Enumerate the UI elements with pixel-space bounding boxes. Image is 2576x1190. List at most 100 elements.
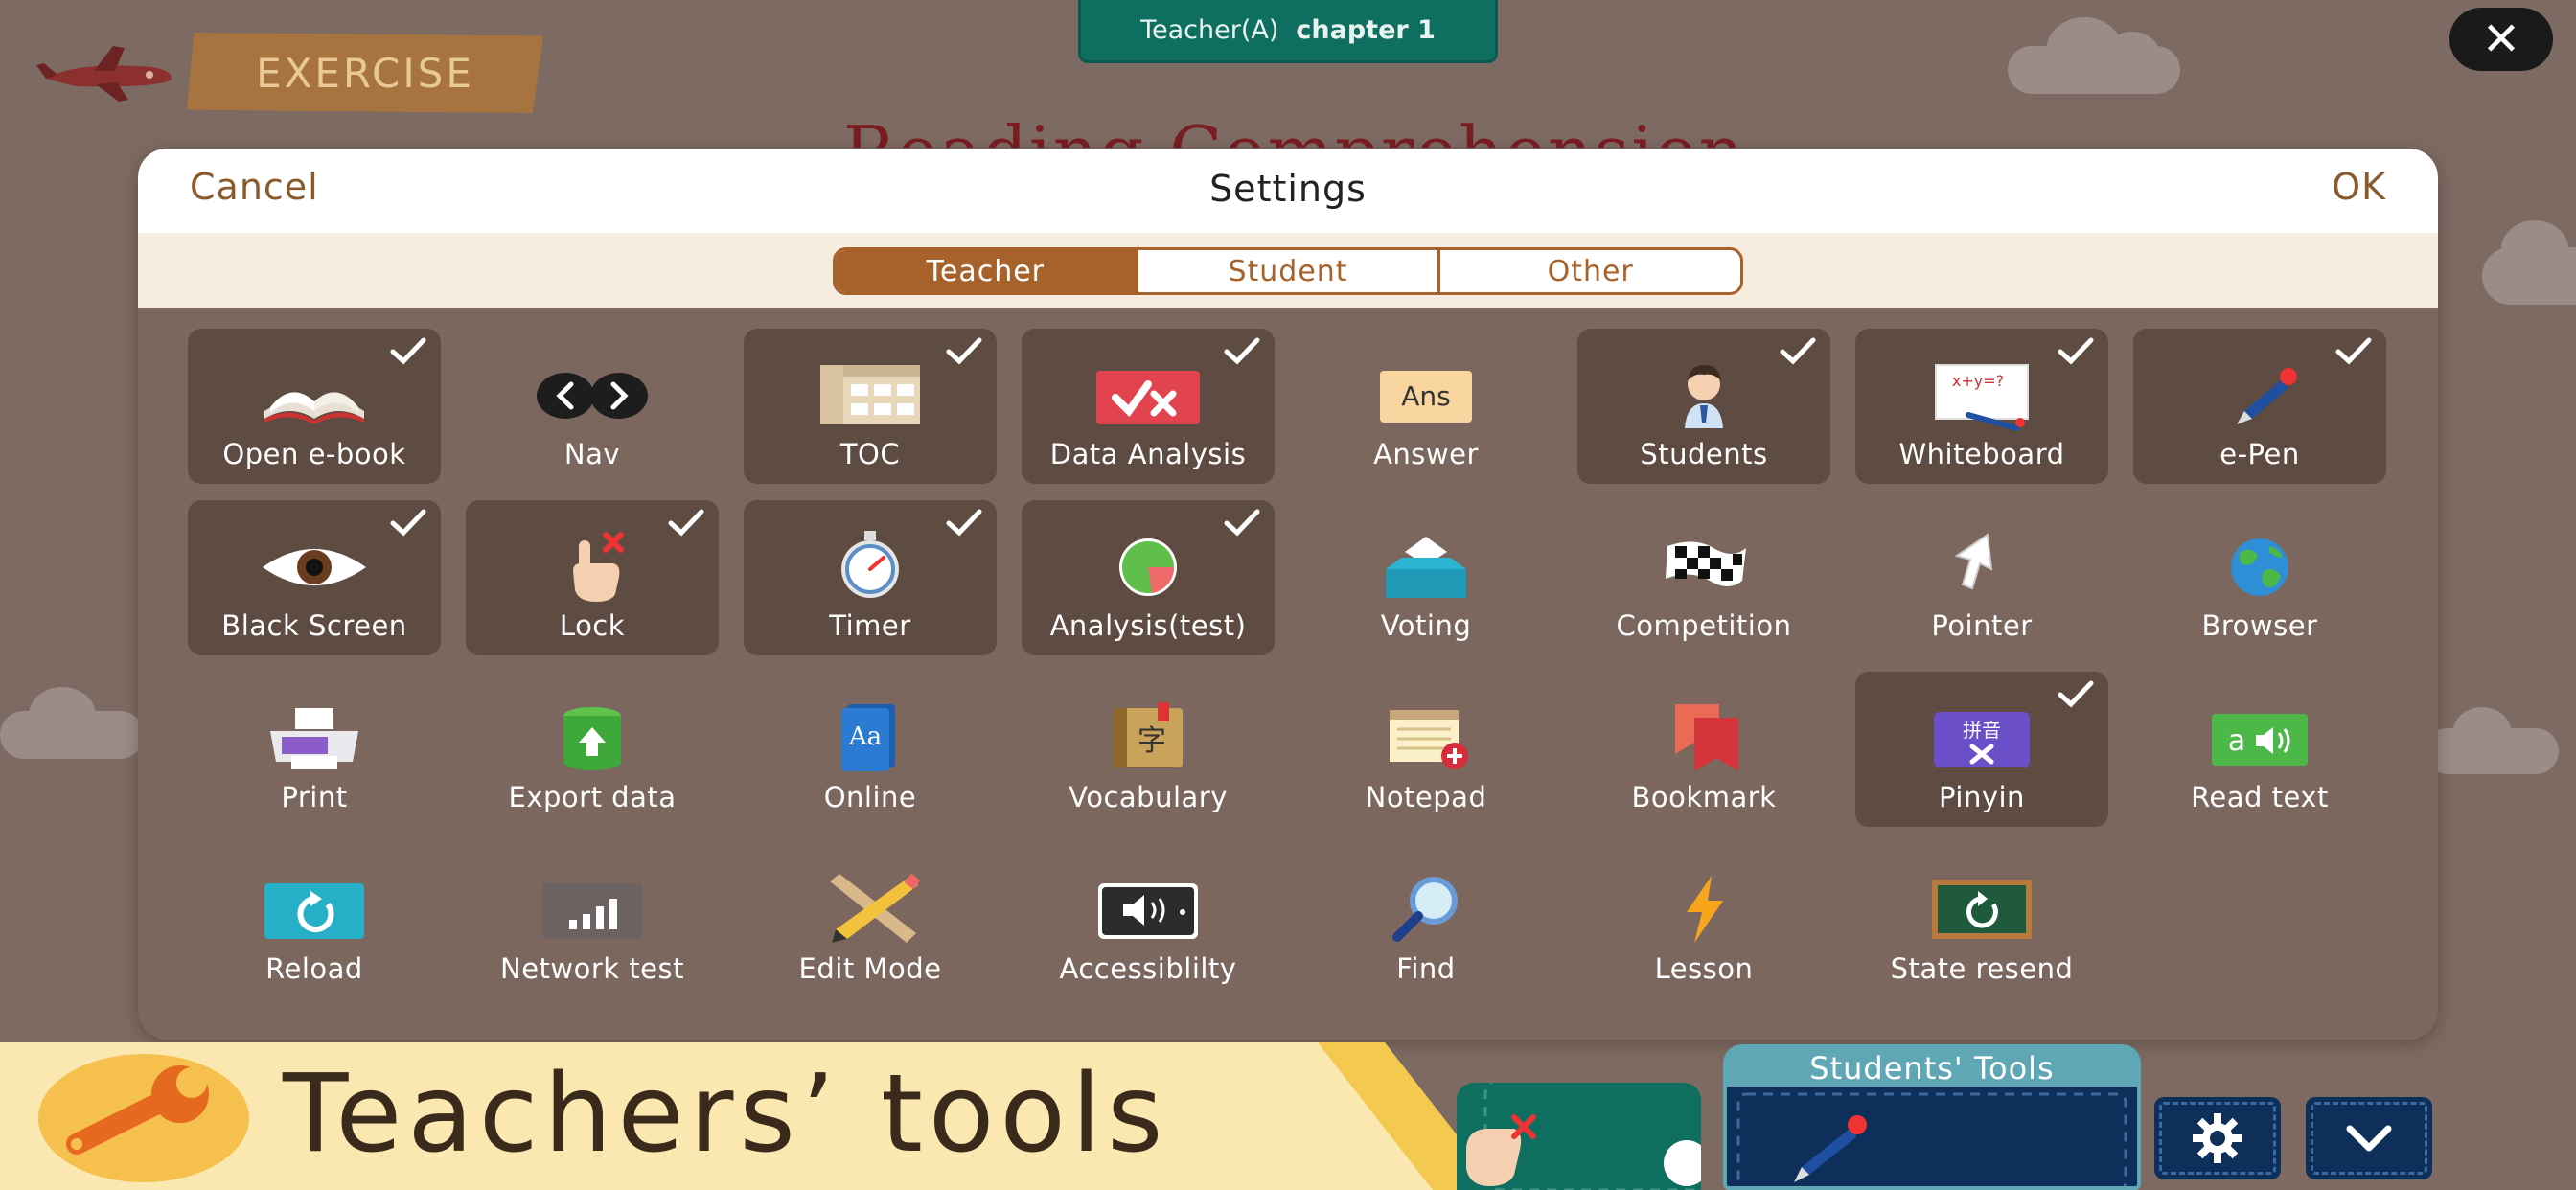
tool-accessibility[interactable]: Accessiblilty <box>1022 843 1275 998</box>
check-icon <box>390 509 426 537</box>
tool-read-text[interactable]: a Read text <box>2133 672 2386 827</box>
tool-label: Browser <box>2201 609 2318 642</box>
svg-text:x+y=?: x+y=? <box>1952 372 2004 390</box>
pen-icon <box>2237 368 2297 424</box>
cloud-decoration <box>2008 17 2180 94</box>
tool-label: Edit Mode <box>798 952 942 985</box>
svg-text:Aa: Aa <box>848 722 882 751</box>
close-button[interactable]: ✕ <box>2450 8 2553 71</box>
bookmark-icon <box>1675 704 1738 771</box>
tool-black-screen[interactable]: Black Screen <box>188 500 441 655</box>
tool-label: State resend <box>1890 952 2074 985</box>
tool-export-data[interactable]: Export data <box>466 672 719 827</box>
dictionary-icon: Aa <box>841 704 895 771</box>
settings-button[interactable] <box>2154 1097 2281 1179</box>
notepad-icon <box>1390 710 1468 769</box>
tool-label: e-Pen <box>2220 438 2300 470</box>
tool-toc[interactable]: TOC <box>744 329 997 484</box>
tool-competition[interactable]: Competition <box>1577 500 1830 655</box>
database-export-icon <box>564 707 621 770</box>
tool-nav[interactable]: Nav <box>466 329 719 484</box>
tool-voting[interactable]: Voting <box>1300 500 1552 655</box>
tool-whiteboard[interactable]: x+y=? Whiteboard <box>1855 329 2108 484</box>
tool-print[interactable]: Print <box>188 672 441 827</box>
tool-network-test[interactable]: Network test <box>466 843 719 998</box>
ballot-box-icon <box>1386 537 1466 598</box>
tool-label: Lesson <box>1654 952 1754 985</box>
pen-icon <box>1736 1092 2128 1190</box>
tool-label: Competition <box>1616 609 1792 642</box>
teacher-dock-button[interactable] <box>1457 1077 1732 1190</box>
tool-bookmark[interactable]: Bookmark <box>1577 672 1830 827</box>
speaker-icon <box>1098 883 1198 939</box>
tool-reload[interactable]: Reload <box>188 843 441 998</box>
tool-students[interactable]: Students <box>1577 329 1830 484</box>
tab-other[interactable]: Other <box>1440 250 1740 292</box>
teacher-role-label: Teacher(A) <box>1140 15 1279 45</box>
check-icon <box>2058 680 2094 708</box>
background-title: Reading Comprehension <box>843 103 1802 148</box>
cloud-decoration <box>2425 707 2559 774</box>
tool-online[interactable]: Aa Online <box>744 672 997 827</box>
tool-pointer[interactable]: Pointer <box>1855 500 2108 655</box>
pie-chart-icon <box>1119 538 1177 596</box>
svg-text:Ans: Ans <box>1401 380 1451 412</box>
tool-vocabulary[interactable]: 字 Vocabulary <box>1022 672 1275 827</box>
tool-label: Lock <box>559 609 626 642</box>
tool-epen[interactable]: e-Pen <box>2133 329 2386 484</box>
tab-teacher[interactable]: Teacher <box>836 250 1138 292</box>
tab-student[interactable]: Student <box>1138 250 1441 292</box>
student-icon <box>1685 365 1723 428</box>
students-tools-box[interactable] <box>1723 1083 2141 1190</box>
course-header-tab: Teacher(A) chapter 1 <box>1078 0 1498 63</box>
tool-data-analysis[interactable]: Data Analysis <box>1022 329 1275 484</box>
tool-timer[interactable]: Timer <box>744 500 997 655</box>
tool-state-resend[interactable]: State resend <box>1855 843 2108 998</box>
tool-lesson[interactable]: Lesson <box>1577 843 1830 998</box>
nav-arrows-icon <box>537 373 648 419</box>
svg-text:a: a <box>2228 724 2245 758</box>
toc-icon <box>820 365 920 424</box>
tool-label: Data Analysis <box>1049 438 1247 470</box>
check-icon <box>1780 337 1816 365</box>
tool-open-ebook[interactable]: Open e-book <box>188 329 441 484</box>
chevron-down-icon <box>2346 1125 2392 1152</box>
lock-hand-icon <box>1466 1077 1732 1190</box>
lightning-icon <box>1687 876 1723 943</box>
settings-header: Cancel Settings OK <box>138 149 2438 233</box>
tool-lock[interactable]: Lock <box>466 500 719 655</box>
tool-label: Students <box>1640 438 1768 470</box>
check-icon <box>1224 509 1260 537</box>
tool-find[interactable]: Find <box>1300 843 1552 998</box>
check-icon <box>946 509 982 537</box>
tool-label: Online <box>823 781 917 813</box>
check-icon <box>2335 337 2372 365</box>
tool-label: Reload <box>265 952 363 985</box>
pointer-arrow-icon <box>1954 533 1993 590</box>
eye-icon <box>263 549 366 585</box>
tool-browser[interactable]: Browser <box>2133 500 2386 655</box>
check-icon <box>668 509 704 537</box>
tool-analysis-test[interactable]: Analysis(test) <box>1022 500 1275 655</box>
tool-label: Find <box>1396 952 1456 985</box>
signal-bars-icon <box>542 883 642 939</box>
tool-answer[interactable]: Ans Answer <box>1300 329 1552 484</box>
tool-label: Black Screen <box>221 609 407 642</box>
tool-label: Open e-book <box>222 438 406 470</box>
tool-edit-mode[interactable]: Edit Mode <box>744 843 997 998</box>
wrench-icon <box>66 1065 209 1155</box>
svg-text:拼音: 拼音 <box>1963 719 2001 742</box>
ok-button[interactable]: OK <box>2332 166 2386 208</box>
ruler-pencil-icon <box>830 873 921 943</box>
expand-button[interactable] <box>2306 1097 2432 1179</box>
segmented-control: Teacher Student Other <box>833 247 1743 295</box>
tool-label: Accessiblilty <box>1059 952 1237 985</box>
tool-label: Pinyin <box>1939 781 2025 813</box>
magnifier-icon <box>1392 877 1458 942</box>
tool-notepad[interactable]: Notepad <box>1300 672 1552 827</box>
tool-label: Bookmark <box>1631 781 1777 813</box>
tool-pinyin[interactable]: 拼音 Pinyin <box>1855 672 2108 827</box>
tool-label: Print <box>281 781 348 813</box>
settings-dialog: Cancel Settings OK Teacher Student Other… <box>138 149 2438 1040</box>
checkered-flag-icon <box>1666 541 1746 586</box>
